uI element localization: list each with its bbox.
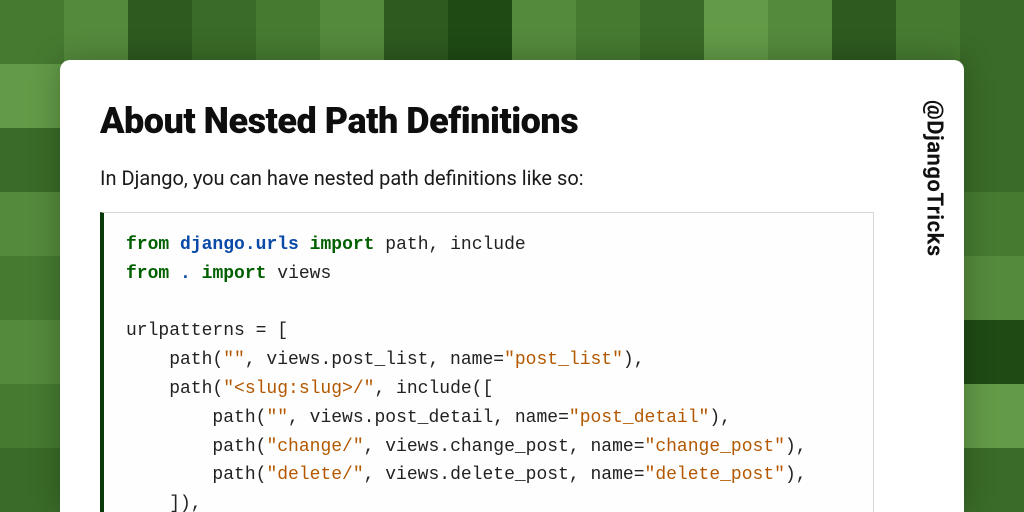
main-content: About Nested Path Definitions In Django,…: [60, 60, 904, 512]
code-token-str: "": [266, 408, 288, 428]
intro-text: In Django, you can have nested path defi…: [100, 166, 874, 190]
code-token-kw: import: [202, 264, 267, 284]
code-token-str: "post_list": [504, 350, 623, 370]
code-token-kw: import: [310, 235, 375, 255]
code-token-kw: from: [126, 235, 169, 255]
code-token-str: "delete/": [266, 465, 363, 485]
code-block: from django.urls import path, include fr…: [100, 212, 874, 512]
code-token-mod: django.urls: [180, 235, 299, 255]
code-token-str: "<slug:slug>/": [223, 379, 374, 399]
content-card: About Nested Path Definitions In Django,…: [60, 60, 964, 512]
code-token-str: "delete_post": [645, 465, 785, 485]
page-title: About Nested Path Definitions: [100, 100, 874, 142]
code-token-str: "post_detail": [569, 408, 709, 428]
code-token-str: "change_post": [645, 437, 785, 457]
author-handle: @DjangoTricks: [922, 100, 947, 257]
code-token-mod: .: [180, 264, 191, 284]
code-token-str: "": [223, 350, 245, 370]
sidebar: @DjangoTricks: [904, 60, 964, 512]
code-token-kw: from: [126, 264, 169, 284]
code-token-str: "change/": [266, 437, 363, 457]
